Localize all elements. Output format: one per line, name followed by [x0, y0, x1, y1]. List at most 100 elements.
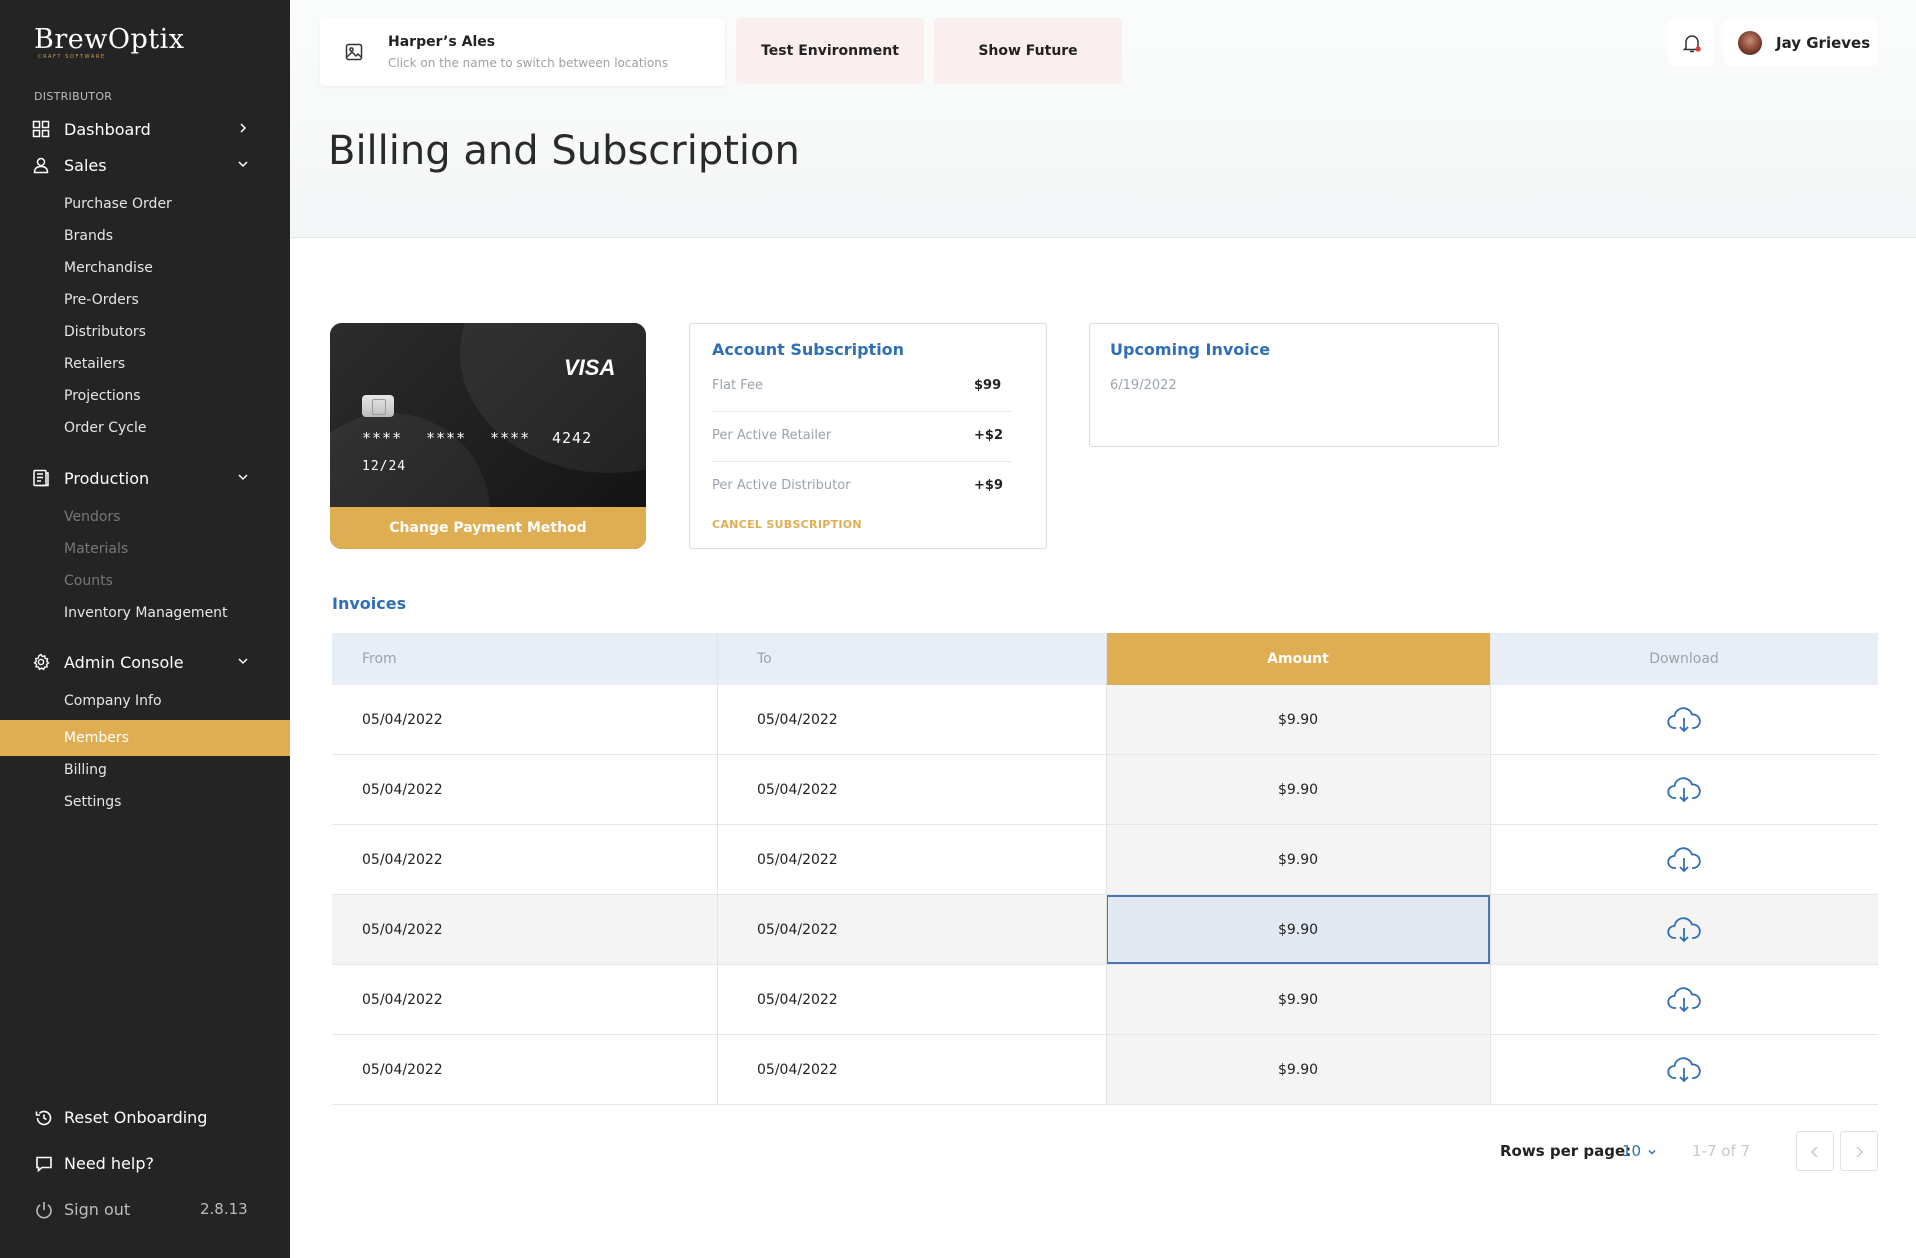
sidebar-item-label: Dashboard: [64, 119, 151, 139]
sidebar-item-projections[interactable]: Projections: [0, 380, 290, 412]
chevron-down-icon: [238, 474, 248, 481]
fee-label: Per Active Retailer: [712, 428, 832, 443]
download-button[interactable]: [1490, 965, 1878, 1034]
cloud-download-icon: [1667, 776, 1701, 802]
previous-page-button[interactable]: [1796, 1131, 1834, 1171]
fee-label: Per Active Distributor: [712, 478, 851, 493]
subscription-row: Per Active Retailer +$2: [712, 412, 1012, 462]
cell-amount-selected[interactable]: $9.90: [1106, 895, 1490, 964]
sidebar-item-billing[interactable]: Billing: [0, 754, 290, 786]
sidebar-item-dashboard[interactable]: Dashboard: [0, 112, 290, 146]
sign-out-label: Sign out: [64, 1200, 131, 1219]
column-header-download[interactable]: Download: [1490, 633, 1878, 685]
sidebar-item-inventory-management[interactable]: Inventory Management: [0, 597, 290, 629]
sidebar-item-label: Billing: [64, 762, 107, 778]
sidebar-item-pre-orders[interactable]: Pre-Orders: [0, 284, 290, 316]
cloud-download-icon: [1667, 1056, 1701, 1082]
location-switcher[interactable]: Harper’s Ales Click on the name to switc…: [320, 18, 725, 86]
fee-value: $99: [974, 378, 1002, 393]
reset-onboarding-label: Reset Onboarding: [64, 1108, 208, 1127]
sidebar-item-label: Sales: [64, 155, 107, 175]
table-row[interactable]: 05/04/2022 05/04/2022 $9.90: [332, 895, 1878, 965]
download-button[interactable]: [1490, 755, 1878, 824]
cell-from: 05/04/2022: [362, 711, 443, 728]
need-help-button[interactable]: Need help?: [0, 1148, 290, 1180]
user-icon: [33, 157, 49, 174]
sidebar-item-merchandise[interactable]: Merchandise: [0, 252, 290, 284]
cloud-download-icon: [1667, 846, 1701, 872]
cell-amount: $9.90: [1106, 825, 1490, 894]
chevron-left-icon: [1810, 1146, 1818, 1158]
next-page-button[interactable]: [1840, 1131, 1878, 1171]
table-row[interactable]: 05/04/2022 05/04/2022 $9.90: [332, 755, 1878, 825]
sidebar-item-admin-console[interactable]: Admin Console: [0, 645, 290, 679]
sidebar-item-label: Retailers: [64, 356, 126, 372]
change-payment-method-button[interactable]: Change Payment Method: [330, 507, 646, 549]
dashboard-icon: [32, 120, 50, 138]
avatar: [1738, 31, 1762, 55]
notifications-button[interactable]: [1668, 20, 1714, 66]
sidebar-item-label: Purchase Order: [64, 196, 172, 212]
cell-to: 05/04/2022: [757, 781, 838, 798]
gear-icon: [33, 653, 50, 671]
chevron-down-icon: [238, 161, 248, 168]
sidebar-item-materials[interactable]: Materials: [0, 533, 290, 565]
cell-from: 05/04/2022: [362, 781, 443, 798]
download-button[interactable]: [1490, 685, 1878, 754]
brand-logo[interactable]: BrewOptix CRAFT SOFTWARE: [34, 24, 184, 60]
table-row[interactable]: 05/04/2022 05/04/2022 $9.90: [332, 685, 1878, 755]
rows-per-page-select[interactable]: 10: [1622, 1142, 1641, 1160]
test-environment-button[interactable]: Test Environment: [736, 18, 924, 84]
chevron-right-icon: [240, 123, 247, 133]
sidebar-item-settings[interactable]: Settings: [0, 786, 290, 818]
app-version: 2.8.13: [200, 1200, 248, 1218]
sidebar-item-label: Admin Console: [64, 652, 184, 672]
sidebar-item-counts[interactable]: Counts: [0, 565, 290, 597]
need-help-label: Need help?: [64, 1154, 154, 1173]
column-header-to[interactable]: To: [757, 633, 1057, 685]
table-row[interactable]: 05/04/2022 05/04/2022 $9.90: [332, 825, 1878, 895]
cell-from: 05/04/2022: [362, 991, 443, 1008]
logo-text: BrewOptix: [34, 24, 185, 55]
sidebar-item-order-cycle[interactable]: Order Cycle: [0, 412, 290, 444]
sidebar-item-distributors[interactable]: Distributors: [0, 316, 290, 348]
card-expiry: 12/24: [362, 459, 407, 474]
cell-to: 05/04/2022: [757, 921, 838, 938]
sidebar-item-label: Settings: [64, 794, 122, 810]
upcoming-invoice-date: 6/19/2022: [1110, 378, 1177, 393]
sidebar-item-brands[interactable]: Brands: [0, 220, 290, 252]
show-future-button[interactable]: Show Future: [934, 18, 1122, 84]
column-header-from[interactable]: From: [362, 633, 662, 685]
sidebar-item-members[interactable]: Members: [0, 720, 290, 756]
cell-to: 05/04/2022: [757, 991, 838, 1008]
table-row[interactable]: 05/04/2022 05/04/2022 $9.90: [332, 965, 1878, 1035]
card-last4: 4242: [552, 429, 593, 447]
cell-from: 05/04/2022: [362, 1061, 443, 1078]
download-button[interactable]: [1490, 1035, 1878, 1104]
column-divider: [717, 633, 718, 1105]
sidebar-item-sales[interactable]: Sales: [0, 148, 290, 182]
sidebar-item-vendors[interactable]: Vendors: [0, 501, 290, 533]
cell-from: 05/04/2022: [362, 921, 443, 938]
sidebar-item-purchase-order[interactable]: Purchase Order: [0, 188, 290, 220]
sidebar-item-retailers[interactable]: Retailers: [0, 348, 290, 380]
sidebar-item-production[interactable]: Production: [0, 461, 290, 495]
user-menu[interactable]: Jay Grieves: [1724, 20, 1878, 66]
chevron-down-icon[interactable]: [1646, 1146, 1658, 1158]
cell-to: 05/04/2022: [757, 851, 838, 868]
cell-amount: $9.90: [1106, 685, 1490, 754]
download-button[interactable]: [1490, 895, 1878, 964]
reset-onboarding-button[interactable]: Reset Onboarding: [0, 1102, 290, 1134]
bell-icon: [1682, 35, 1702, 53]
sidebar-item-company-info[interactable]: Company Info: [0, 685, 290, 717]
sidebar-item-label: Production: [64, 468, 150, 488]
page-title: Billing and Subscription: [328, 128, 800, 174]
location-name: Harper’s Ales: [388, 34, 496, 50]
card-number-group: ****: [490, 429, 531, 447]
table-row[interactable]: 05/04/2022 05/04/2022 $9.90: [332, 1035, 1878, 1105]
fee-value: +$2: [974, 428, 1003, 443]
production-icon: [33, 469, 49, 487]
column-header-amount[interactable]: Amount: [1106, 633, 1490, 685]
cancel-subscription-link[interactable]: CANCEL SUBSCRIPTION: [712, 518, 862, 531]
download-button[interactable]: [1490, 825, 1878, 894]
